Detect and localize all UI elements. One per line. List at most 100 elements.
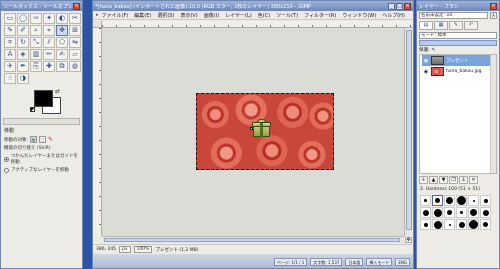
move-handle-icon[interactable] [250,127,253,130]
move-selection-mode-button[interactable]: ⬚ [39,136,47,143]
new-layer-icon[interactable]: ＋ [419,176,428,184]
layer-mode-select[interactable]: モード: 標準 [419,32,497,39]
canvas-viewport[interactable] [102,28,404,236]
perspective-clone-tool-icon[interactable]: ⧉ [56,61,68,72]
brush-preset[interactable] [432,207,443,218]
vertical-scroll-thumb[interactable] [406,30,412,230]
brush-preset[interactable] [468,207,479,218]
move-path-mode-icon[interactable]: ✎ [48,136,53,143]
move-layer-mode-button[interactable]: ▤ [30,136,38,143]
dodge-burn-tool-icon[interactable]: ◑ [17,73,29,84]
brush-preset[interactable] [480,195,491,206]
visibility-eye-icon[interactable]: ◉ [423,69,429,75]
rect-select-tool-icon[interactable]: ▭ [4,13,16,24]
rotate-tool-icon[interactable]: ↻ [17,37,29,48]
menu-item[interactable]: レイヤー(L) [225,12,252,19]
zoom-tool-icon[interactable]: ⌕ [30,25,42,36]
paths-tool-icon[interactable]: ✎ [4,25,16,36]
layer-name-present[interactable]: プレゼント [446,58,469,64]
toolbox-close-button[interactable]: × [73,2,80,10]
vertical-scrollbar[interactable] [404,28,413,236]
menu-item[interactable]: 色(C) [258,12,270,19]
anchor-layer-icon[interactable]: ⚓ [459,176,468,184]
fuzzy-select-tool-icon[interactable]: ✦ [43,13,55,24]
menu-item[interactable]: ツール(T) [276,12,298,19]
swap-colors-icon[interactable]: ⇄ [55,88,60,95]
horizontal-ruler[interactable] [102,21,413,28]
gift-box-layer[interactable] [250,119,271,137]
tab-undo-icon[interactable]: ↶ [464,21,478,30]
radio-active-layer[interactable] [4,167,9,173]
brush-preset[interactable] [420,195,431,206]
horizontal-scrollbar[interactable] [102,236,404,243]
tab-layers-icon[interactable]: ▤ [419,21,433,30]
scissors-tool-icon[interactable]: ✂ [69,13,81,24]
scale-tool-icon[interactable]: ⤡ [30,37,42,48]
brush-preset[interactable] [480,219,491,230]
free-select-tool-icon[interactable]: ✑ [30,13,42,24]
eraser-tool-icon[interactable]: ▱ [69,49,81,60]
image-layer-roses[interactable] [196,93,334,170]
crop-tool-icon[interactable]: ⌗ [4,37,16,48]
menu-arrow-icon[interactable]: ▸ [96,12,99,18]
radio-active-row[interactable]: アクティブなレイヤーを移動 [1,166,82,174]
align-tool-icon[interactable]: ⊞ [69,25,81,36]
shear-tool-icon[interactable]: ⫽ [43,37,55,48]
layers-close-button[interactable]: × [490,2,497,10]
layer-row-background[interactable]: ◉ hana_bakou.jpg [422,66,494,77]
brush-preset[interactable] [444,219,455,230]
menu-item[interactable]: ウィンドウ(W) [342,12,376,19]
lower-layer-icon[interactable]: ▼ [439,176,448,184]
radio-pick-row[interactable]: つかんだレイヤーまたはガイドを移動 [1,152,82,166]
blur-tool-icon[interactable]: ◍ [69,61,81,72]
heal-tool-icon[interactable]: ✚ [43,61,55,72]
gradient-tool-icon[interactable]: ▥ [30,49,42,60]
menu-item[interactable]: フィルター(R) [304,12,336,19]
menu-item[interactable]: ヘルプ(H) [382,12,405,19]
tab-paths-icon[interactable]: ✎ [449,21,463,30]
lock-brush-icon[interactable]: ✎ [432,48,436,53]
layer-row-present[interactable]: ◉ プレゼント [422,55,494,66]
taskbar-ime[interactable]: ENG [395,258,410,266]
brush-preset[interactable] [444,195,455,206]
brush-preset[interactable] [456,195,467,206]
brush-preset[interactable] [432,219,443,230]
airbrush-tool-icon[interactable]: ✈ [4,61,16,72]
toolbox-titlebar[interactable]: ツールボックス - ツールオプション × [1,1,82,11]
ink-tool-icon[interactable]: ✒ [17,61,29,72]
maximize-button[interactable]: □ [396,2,403,10]
taskbar-lang[interactable]: 日本語 [345,258,364,266]
taskbar-mode[interactable]: 挿入モード [366,258,393,266]
brush-preset[interactable] [420,219,431,230]
menu-item[interactable]: 選択(S) [157,12,174,19]
paintbrush-tool-icon[interactable]: ✍ [56,49,68,60]
brush-preset[interactable] [480,207,491,218]
minimize-button[interactable]: _ [388,2,395,10]
default-colors-icon[interactable] [30,107,35,112]
delete-layer-icon[interactable]: ✕ [469,176,478,184]
measure-tool-icon[interactable]: ⌖ [43,25,55,36]
brush-preset[interactable] [456,207,467,218]
foreground-color-swatch[interactable] [34,90,53,107]
visibility-eye-icon[interactable]: ◉ [423,58,429,64]
close-button[interactable]: × [404,2,411,10]
duplicate-layer-icon[interactable]: ❐ [449,176,458,184]
brush-preset[interactable] [420,207,431,218]
tab-channels-icon[interactable]: ▦ [434,21,448,30]
menu-item[interactable]: 表示(V) [180,12,197,19]
navigate-icon[interactable]: ✥ [405,237,412,243]
brush-preset[interactable] [432,195,443,206]
pencil-tool-icon[interactable]: ✏ [43,49,55,60]
unit-select[interactable]: px [119,246,131,253]
menu-item[interactable]: ファイル(F) [102,12,129,19]
brush-preset[interactable] [444,207,455,218]
zoom-select[interactable]: 100% [133,246,153,253]
brush-preset[interactable] [468,195,479,206]
layer-list-scrollbar[interactable] [490,55,496,173]
ruler-corner[interactable] [93,21,102,28]
clone-tool-icon[interactable]: ⎘ [30,61,42,72]
brush-preset[interactable] [468,219,479,230]
auto-button[interactable]: A [490,12,497,19]
layers-titlebar[interactable]: レイヤー - ブラシ × [417,1,499,11]
menu-item[interactable]: 編集(E) [134,12,151,19]
